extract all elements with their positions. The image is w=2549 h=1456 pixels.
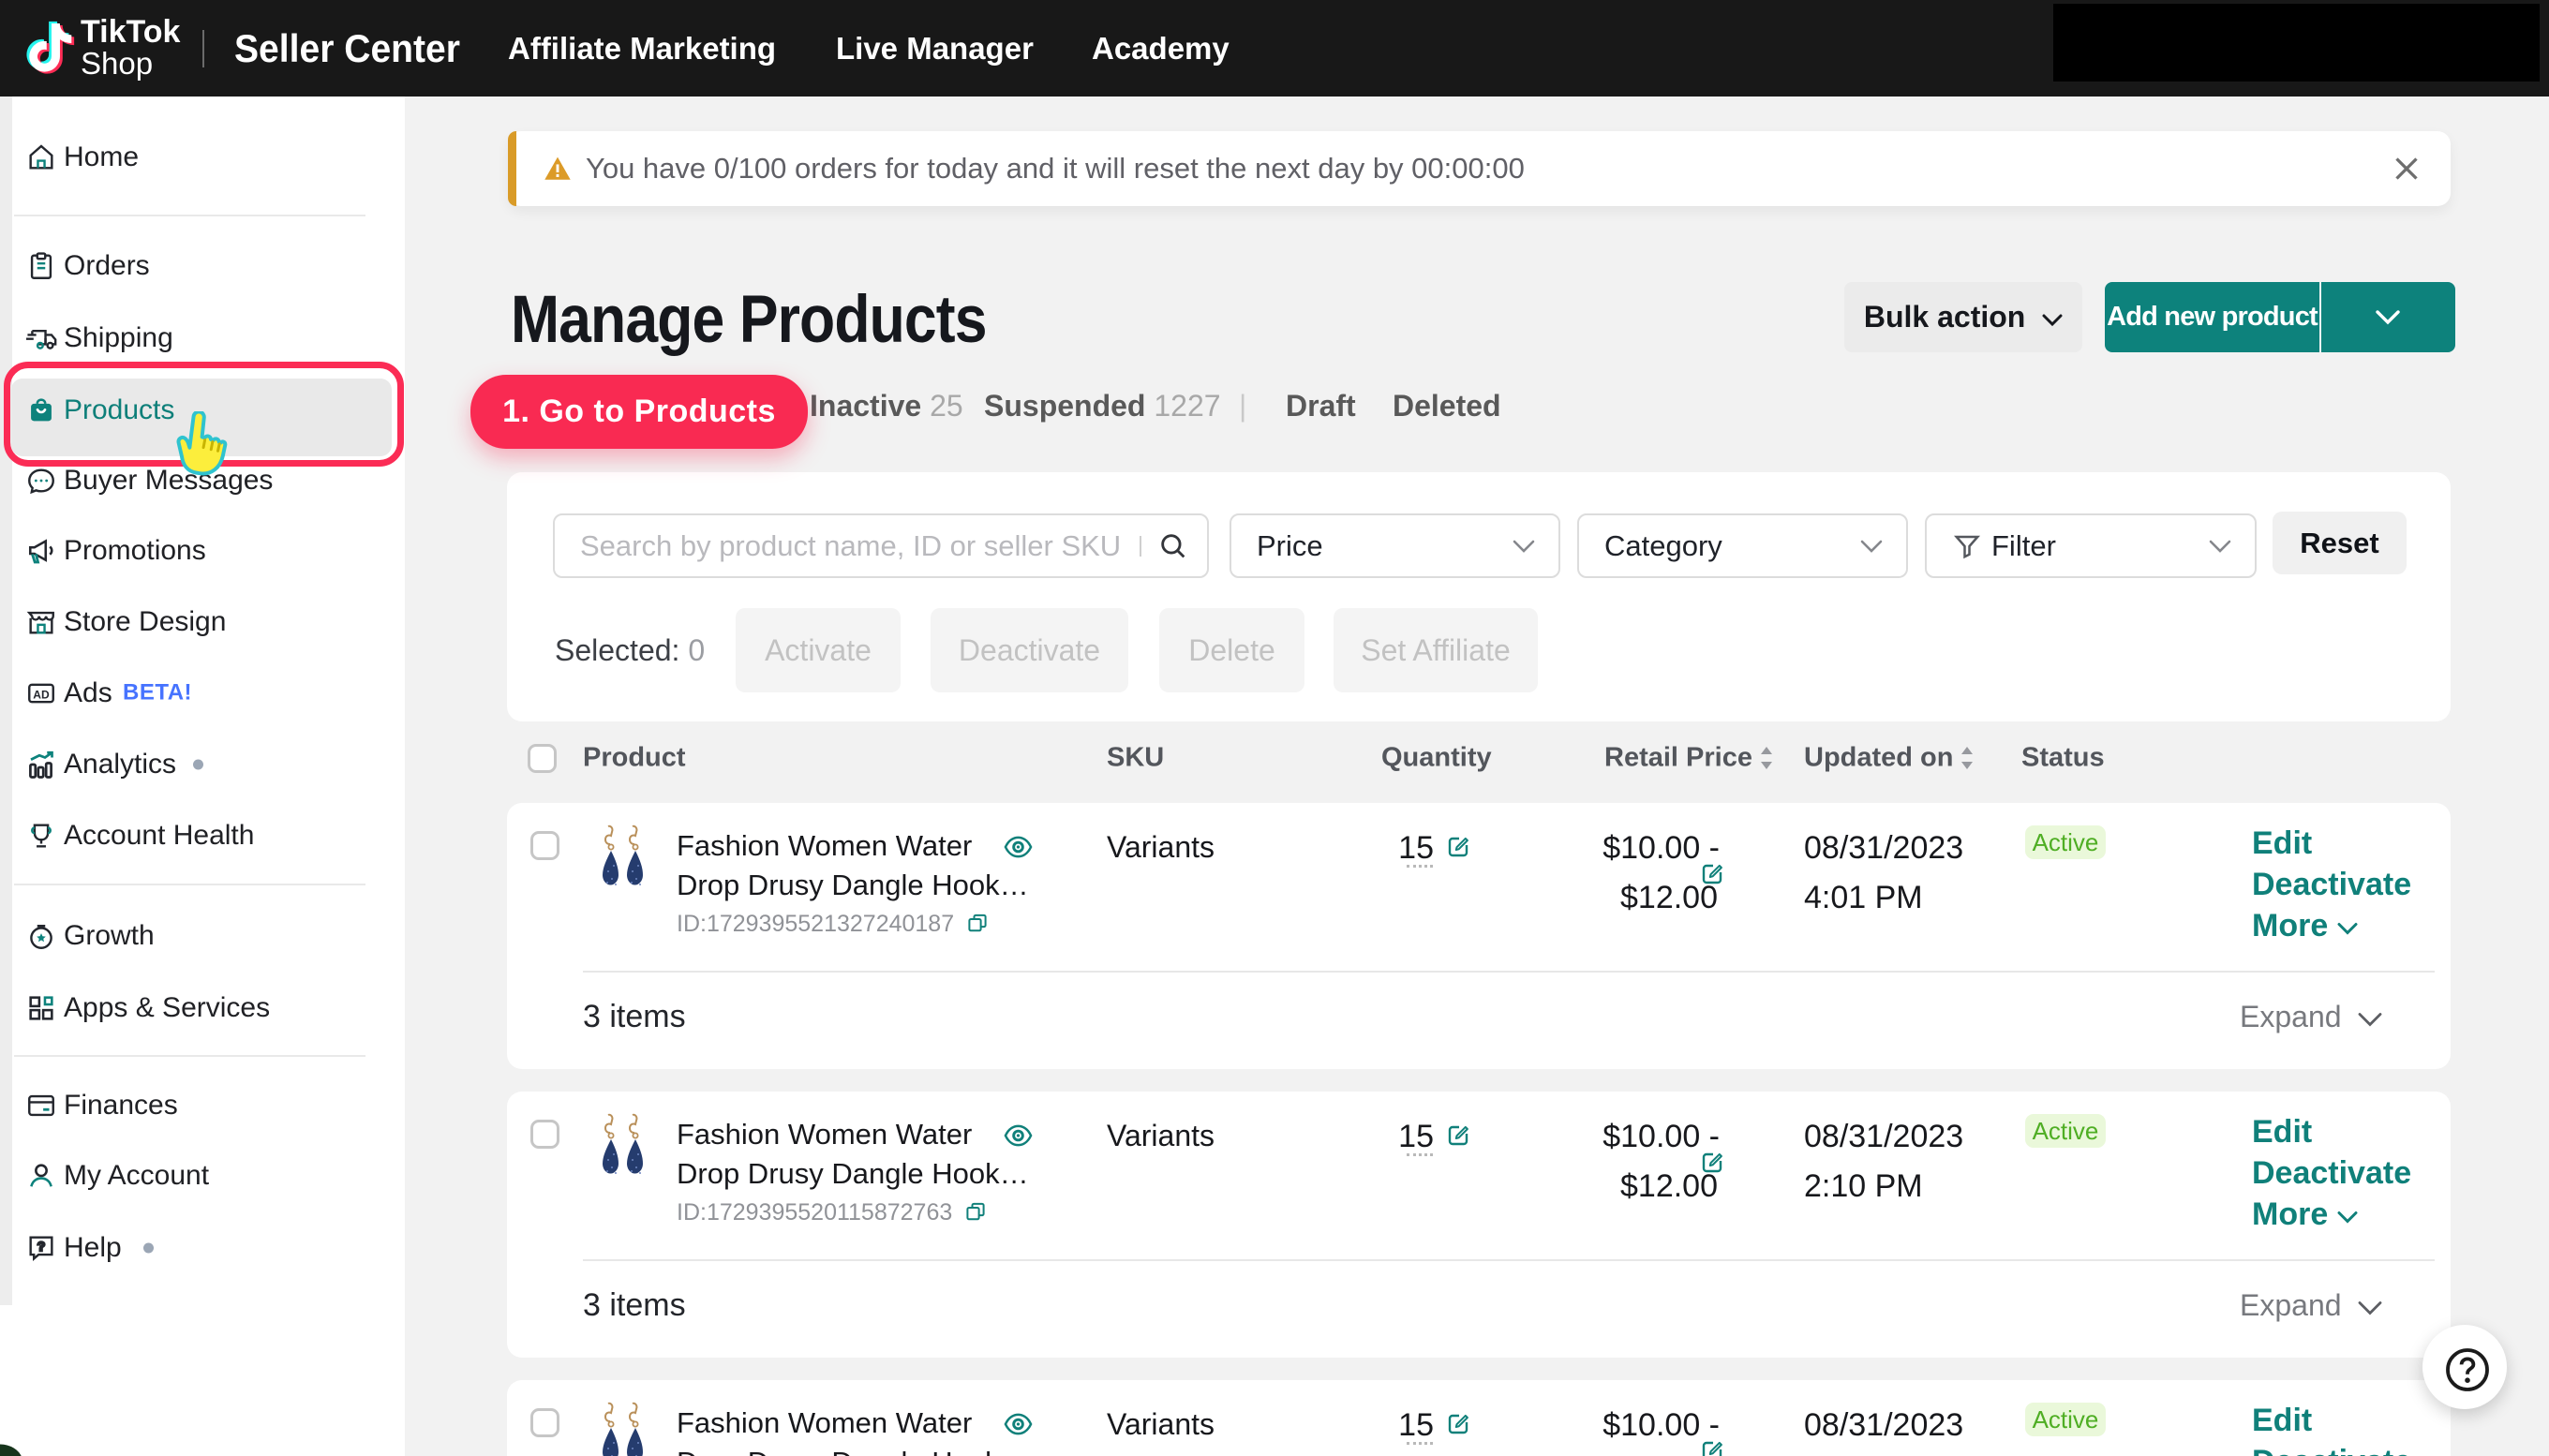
svg-text:?: ? (37, 1240, 46, 1255)
svg-text:AD: AD (33, 689, 50, 702)
